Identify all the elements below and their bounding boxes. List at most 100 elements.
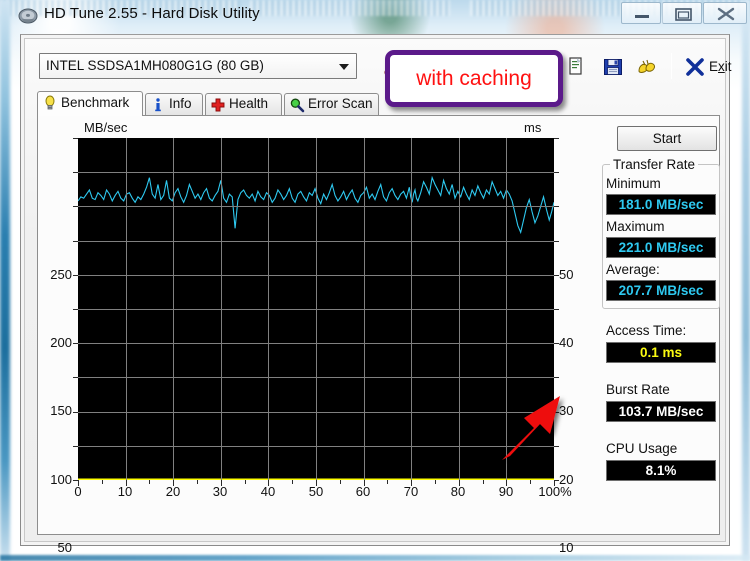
chart-gridline-horizontal [78,445,554,447]
chart-xtick-mark [554,480,555,486]
chart-ylabel: MB/sec [84,120,128,135]
title-bar[interactable]: HD Tune 2.55 - Hard Disk Utility [14,0,747,34]
chart-ytick-mark [73,377,78,379]
chart-xtick-mark [268,480,270,486]
chart-xtick-mark [530,480,532,484]
chart-gridline-horizontal [78,343,554,345]
ytick-250: 250 [50,267,72,282]
cross-icon [210,97,226,113]
average-label: Average: [606,262,660,277]
chart-plot-area [78,138,554,480]
chart-y2tick-mark [554,240,559,242]
chart-y2tick-mark [554,309,559,310]
y2tick-50: 50 [559,267,574,282]
chart-xtick-mark [292,480,294,484]
copy-icon[interactable] [565,55,589,79]
tab-errorscan[interactable]: Error Scan [284,93,379,116]
chart-xtick-mark [316,480,317,486]
application-window: HD Tune 2.55 - Hard Disk Utility INTEL S… [14,0,747,555]
chart-y2tick-mark [554,172,559,174]
xtick-0: 0 [74,484,82,499]
exit-button-label[interactable]: Exit [709,59,732,74]
xtick-50: 50 [308,484,324,499]
chart-xtick-mark [363,480,365,486]
chart-ytick-mark [73,172,78,174]
chevron-down-icon[interactable] [333,55,355,77]
xtick-40: 40 [260,484,276,499]
tab-benchmark[interactable]: Benchmark [37,91,143,116]
callout-text: with caching [416,66,532,90]
chart-xtick-mark [435,480,436,484]
maximum-value: 221.0 MB/sec [606,237,716,258]
chart-y2tick-mark [554,138,559,139]
desktop-bottom-edge [0,555,750,561]
chart-xtick-mark [125,480,127,486]
chart-xtick-mark [482,480,484,484]
minimize-button[interactable] [621,2,661,24]
transfer-rate-title: Transfer Rate [610,157,699,172]
chart-ytick-mark [73,343,78,345]
xtick-60: 60 [355,484,371,499]
chart-ytick-mark [73,206,78,208]
xtick-20: 20 [165,484,181,499]
chart-y2tick-mark [554,274,559,276]
y2tick-10: 10 [559,540,574,555]
chart-y2label: ms [524,120,542,135]
chart-gridline-horizontal [78,172,554,174]
ytick-50: 50 [57,540,72,555]
cpu-usage-value: 8.1% [606,460,716,481]
tab-label: Benchmark [61,95,130,110]
chart-ytick-mark [73,138,78,139]
chart-xtick-mark [220,480,222,486]
minimum-label: Minimum [606,176,661,191]
chart-y2tick-mark [554,377,559,379]
ytick-200: 200 [50,335,72,350]
minimum-value: 181.0 MB/sec [606,194,716,215]
xtick-80: 80 [450,484,466,499]
exit-icon[interactable] [683,55,707,79]
chart-xtick-mark [339,480,341,484]
drive-select-dropdown[interactable]: INTEL SSDSA1MH080G1G (80 GB) [39,53,357,79]
hard-disk-icon [18,6,38,26]
close-button[interactable] [703,2,747,24]
chart-gridline-horizontal [78,411,554,413]
start-button[interactable]: Start [617,126,717,151]
chart-xtick-mark [197,480,198,484]
chart-ytick-mark [73,309,78,310]
bulb-icon [42,95,58,111]
chart-xtick-mark [458,480,460,486]
xtick-100: 100% [538,484,572,499]
maximum-label: Maximum [606,219,665,234]
toolbar-separator [671,53,672,79]
benchmark-chart: MB/sec ms 250 200 150 100 50 50 40 30 20 [38,116,598,555]
xtick-30: 30 [212,484,228,499]
red-arrow-annotation [498,390,574,464]
info-icon [150,97,166,113]
chart-y2tick-mark [554,206,559,208]
chart-ytick-mark [73,274,78,276]
xtick-70: 70 [403,484,419,499]
access-time-label: Access Time: [606,323,687,338]
chart-xtick-mark [78,480,79,486]
save-icon[interactable] [601,55,625,79]
chart-gridline-horizontal [78,206,554,208]
chart-gridline-horizontal [78,309,554,310]
chart-gridline-horizontal [78,240,554,242]
xtick-10: 10 [117,484,133,499]
window-title: HD Tune 2.55 - Hard Disk Utility [44,5,260,22]
client-inner: INTEL SSDSA1MH080G1G (80 GB) Exit Benchm… [24,38,732,555]
chart-xtick-mark [149,480,151,484]
burst-rate-label: Burst Rate [606,382,670,397]
folder-icon[interactable] [635,55,659,79]
maximize-button[interactable] [662,2,702,24]
chart-ytick-mark [73,445,78,447]
chart-xtick-mark [411,480,413,486]
chart-y2tick-mark [554,343,559,345]
average-value: 207.7 MB/sec [606,280,716,301]
burst-rate-value: 103.7 MB/sec [606,401,716,422]
tab-health[interactable]: Health [205,93,282,116]
xtick-90: 90 [498,484,514,499]
tab-info[interactable]: Info [145,93,203,116]
ytick-150: 150 [50,403,72,418]
chart-xtick-mark [506,480,508,486]
